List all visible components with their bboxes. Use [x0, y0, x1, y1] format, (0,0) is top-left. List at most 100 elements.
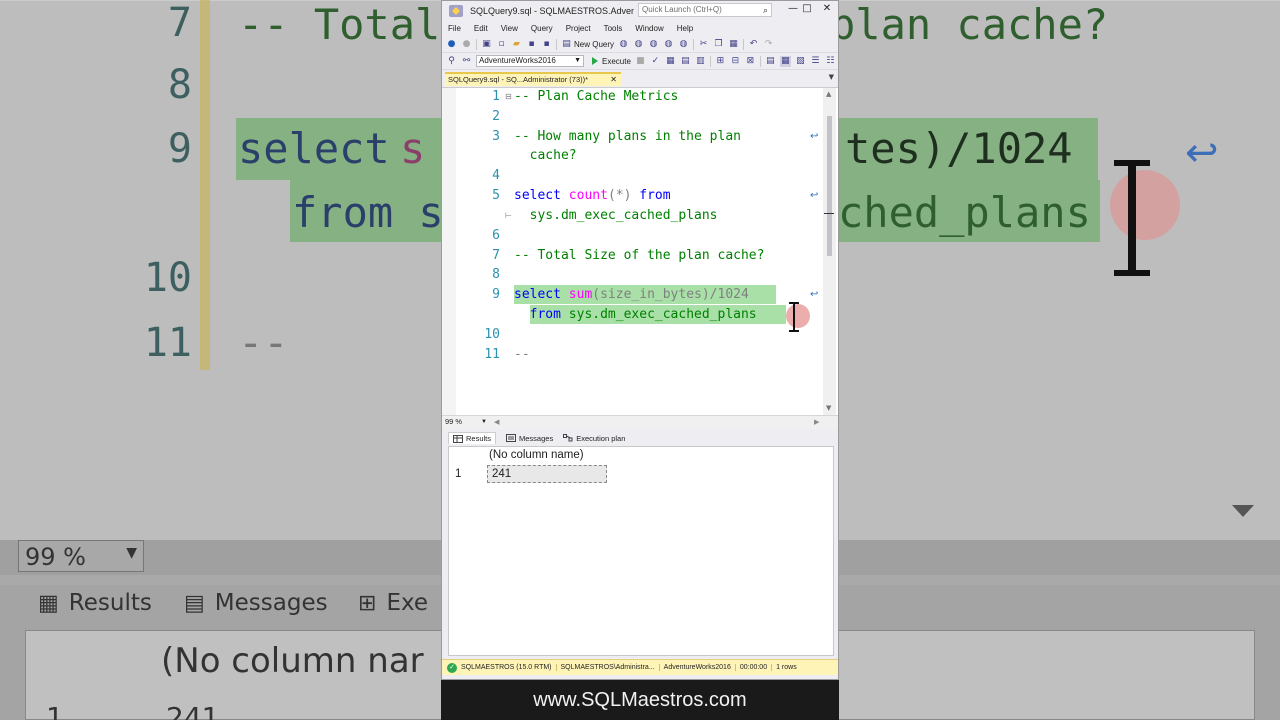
scroll-up-icon[interactable]: ▲ — [826, 90, 831, 98]
results-grid-icon[interactable]: ▦ — [779, 55, 791, 67]
db-query-icon[interactable]: ◍ — [618, 39, 629, 50]
code-line: -- Total Size of the plan cache? — [514, 248, 765, 263]
save-all-icon[interactable]: ▪ — [541, 39, 552, 50]
bg-line-number: 8 — [167, 62, 192, 108]
editor-zoom-bar: 99 % ▼ ◀ ▶ — [442, 415, 838, 429]
tab-messages[interactable]: Messages — [506, 434, 553, 443]
bg-chevron-down-icon: ▼ — [126, 545, 137, 561]
standard-toolbar: ● ● ▣ ▫ ▰ ▪ ▪ ▤ New Query ◍ ◍ ◍ ◍ ◍ ✂ ❐ … — [442, 36, 838, 53]
line-number: 5 — [492, 188, 500, 203]
bg-grid-icon: ▦ — [38, 591, 59, 616]
tab-results[interactable]: Results — [448, 432, 497, 444]
editor-vertical-scrollbar[interactable]: ▲ ▼ — [823, 88, 836, 416]
mouse-cursor-icon — [782, 302, 810, 332]
menu-bar: File Edit View Query Project Tools Windo… — [442, 21, 838, 36]
scroll-right-icon[interactable]: ▶ — [814, 418, 819, 426]
row-number[interactable]: 1 — [455, 468, 461, 480]
save-icon[interactable]: ▪ — [526, 39, 537, 50]
menu-edit[interactable]: Edit — [474, 24, 488, 33]
dmx-icon[interactable]: ◍ — [663, 39, 674, 50]
open-folder-icon[interactable]: ▰ — [511, 39, 522, 50]
scroll-down-icon[interactable]: ▼ — [826, 404, 831, 412]
estimated-plan-icon[interactable]: ▦ — [665, 56, 676, 67]
change-connection-icon[interactable]: ⚯ — [461, 56, 472, 67]
sql-editor-toolbar: ⚲ ⚯ AdventureWorks2016 ▼ Execute ■ ✓ ▦ ▤… — [442, 53, 838, 70]
comment-icon[interactable]: ☰ — [810, 56, 821, 67]
line-number: 10 — [484, 327, 500, 342]
scrollbar-thumb[interactable] — [827, 116, 832, 256]
xmla-icon[interactable]: ◍ — [678, 39, 689, 50]
quick-launch-input[interactable]: Quick Launch (Ctrl+Q) ⌕ — [638, 3, 772, 17]
uncomment-icon[interactable]: ☷ — [825, 56, 836, 67]
new-query-icon[interactable]: ▤ — [561, 39, 572, 50]
chevron-down-icon[interactable]: ▼ — [829, 73, 834, 81]
code-line: select sum(size_in_bytes)/1024 — [514, 287, 749, 302]
code-line: cache? — [514, 148, 577, 163]
chevron-down-icon: ▼ — [481, 419, 487, 425]
mdx-icon[interactable]: ◍ — [648, 39, 659, 50]
intellisense-icon[interactable]: ▤ — [680, 56, 691, 67]
result-cell[interactable]: 241 — [487, 465, 607, 483]
live-stats-icon[interactable]: ⊟ — [730, 56, 741, 67]
copy-icon[interactable]: ❐ — [713, 39, 724, 50]
query-options-icon[interactable]: ▥ — [695, 56, 706, 67]
bg-zoom-box: 99 % ▼ — [18, 540, 144, 572]
undo-icon[interactable]: ↶ — [748, 39, 759, 50]
maximize-button[interactable]: □ — [800, 3, 814, 14]
client-stats-icon[interactable]: ⊠ — [745, 56, 756, 67]
menu-query[interactable]: Query — [531, 24, 553, 33]
bg-code-line7: -- Total — [238, 0, 441, 49]
bg-code-line7-tail: plan cache? — [830, 0, 1109, 49]
execute-button[interactable]: Execute — [592, 57, 631, 66]
cut-icon[interactable]: ✂ — [698, 39, 709, 50]
menu-tools[interactable]: Tools — [604, 24, 623, 33]
bg-line-number: 10 — [143, 255, 192, 301]
bg-tab-results: ▦ Results — [38, 590, 152, 616]
tab-execution-plan[interactable]: Execution plan — [563, 434, 625, 443]
zoom-select[interactable]: 99 % ▼ — [445, 417, 489, 428]
scroll-left-icon[interactable]: ◀ — [494, 418, 499, 426]
close-icon[interactable]: ✕ — [610, 74, 617, 85]
bg-code-line9a-s: s — [400, 124, 426, 173]
back-icon[interactable]: ● — [446, 39, 457, 50]
status-time: 00:00:00 — [734, 664, 771, 671]
forward-icon[interactable]: ● — [461, 39, 472, 50]
messages-icon — [506, 434, 517, 442]
column-header[interactable]: (No column name) — [489, 449, 584, 461]
bg-line-number: 9 — [167, 126, 192, 172]
new-query-button[interactable]: New Query — [574, 40, 614, 49]
results-file-icon[interactable]: ▧ — [795, 56, 806, 67]
menu-project[interactable]: Project — [566, 24, 591, 33]
database-select[interactable]: AdventureWorks2016 ▼ — [476, 55, 584, 67]
paste-icon[interactable]: ▦ — [728, 39, 739, 50]
results-text-icon[interactable]: ▤ — [765, 56, 776, 67]
status-bar: ✓ SQLMAESTROS (15.0 RTM) SQLMAESTROS\Adm… — [442, 659, 838, 675]
minimize-button[interactable]: — — [786, 3, 800, 14]
query-editor[interactable]: 1 ⊟ -- Plan Cache Metrics 2 3 -- How man… — [442, 87, 838, 416]
parse-icon[interactable]: ✓ — [650, 56, 661, 67]
connect-icon[interactable]: ⚲ — [446, 56, 457, 67]
wrap-icon: ↩ — [810, 289, 819, 300]
new-project-icon[interactable]: ▣ — [481, 39, 492, 50]
new-file-icon[interactable]: ▫ — [496, 39, 507, 50]
collapse-icon[interactable]: ⊟ — [505, 92, 512, 101]
analysis-icon[interactable]: ◍ — [633, 39, 644, 50]
tab-sqlquery9[interactable]: SQLQuery9.sql - SQ...Administrator (73))… — [445, 72, 621, 86]
bg-code-line9a-tail: tes)/1024 — [845, 124, 1073, 173]
ssms-logo-icon — [449, 5, 463, 17]
close-button[interactable]: ✕ — [820, 3, 834, 14]
stop-icon[interactable]: ■ — [635, 56, 646, 67]
redo-icon[interactable]: ↷ — [763, 39, 774, 50]
status-rows: 1 rows — [771, 664, 801, 671]
menu-file[interactable]: File — [448, 24, 461, 33]
bg-code-line9b: from s — [292, 188, 444, 237]
menu-window[interactable]: Window — [635, 24, 663, 33]
bg-tab-execution: ⊞ Exe — [358, 590, 429, 616]
code-line: select count(*) from — [514, 188, 671, 203]
results-grid: (No column name) 1 241 — [448, 446, 834, 656]
code-line: sys.dm_exec_cached_plans — [514, 208, 718, 223]
menu-view[interactable]: View — [501, 24, 518, 33]
include-plan-icon[interactable]: ⊞ — [715, 56, 726, 67]
line-number: 2 — [492, 109, 500, 124]
menu-help[interactable]: Help — [677, 24, 693, 33]
